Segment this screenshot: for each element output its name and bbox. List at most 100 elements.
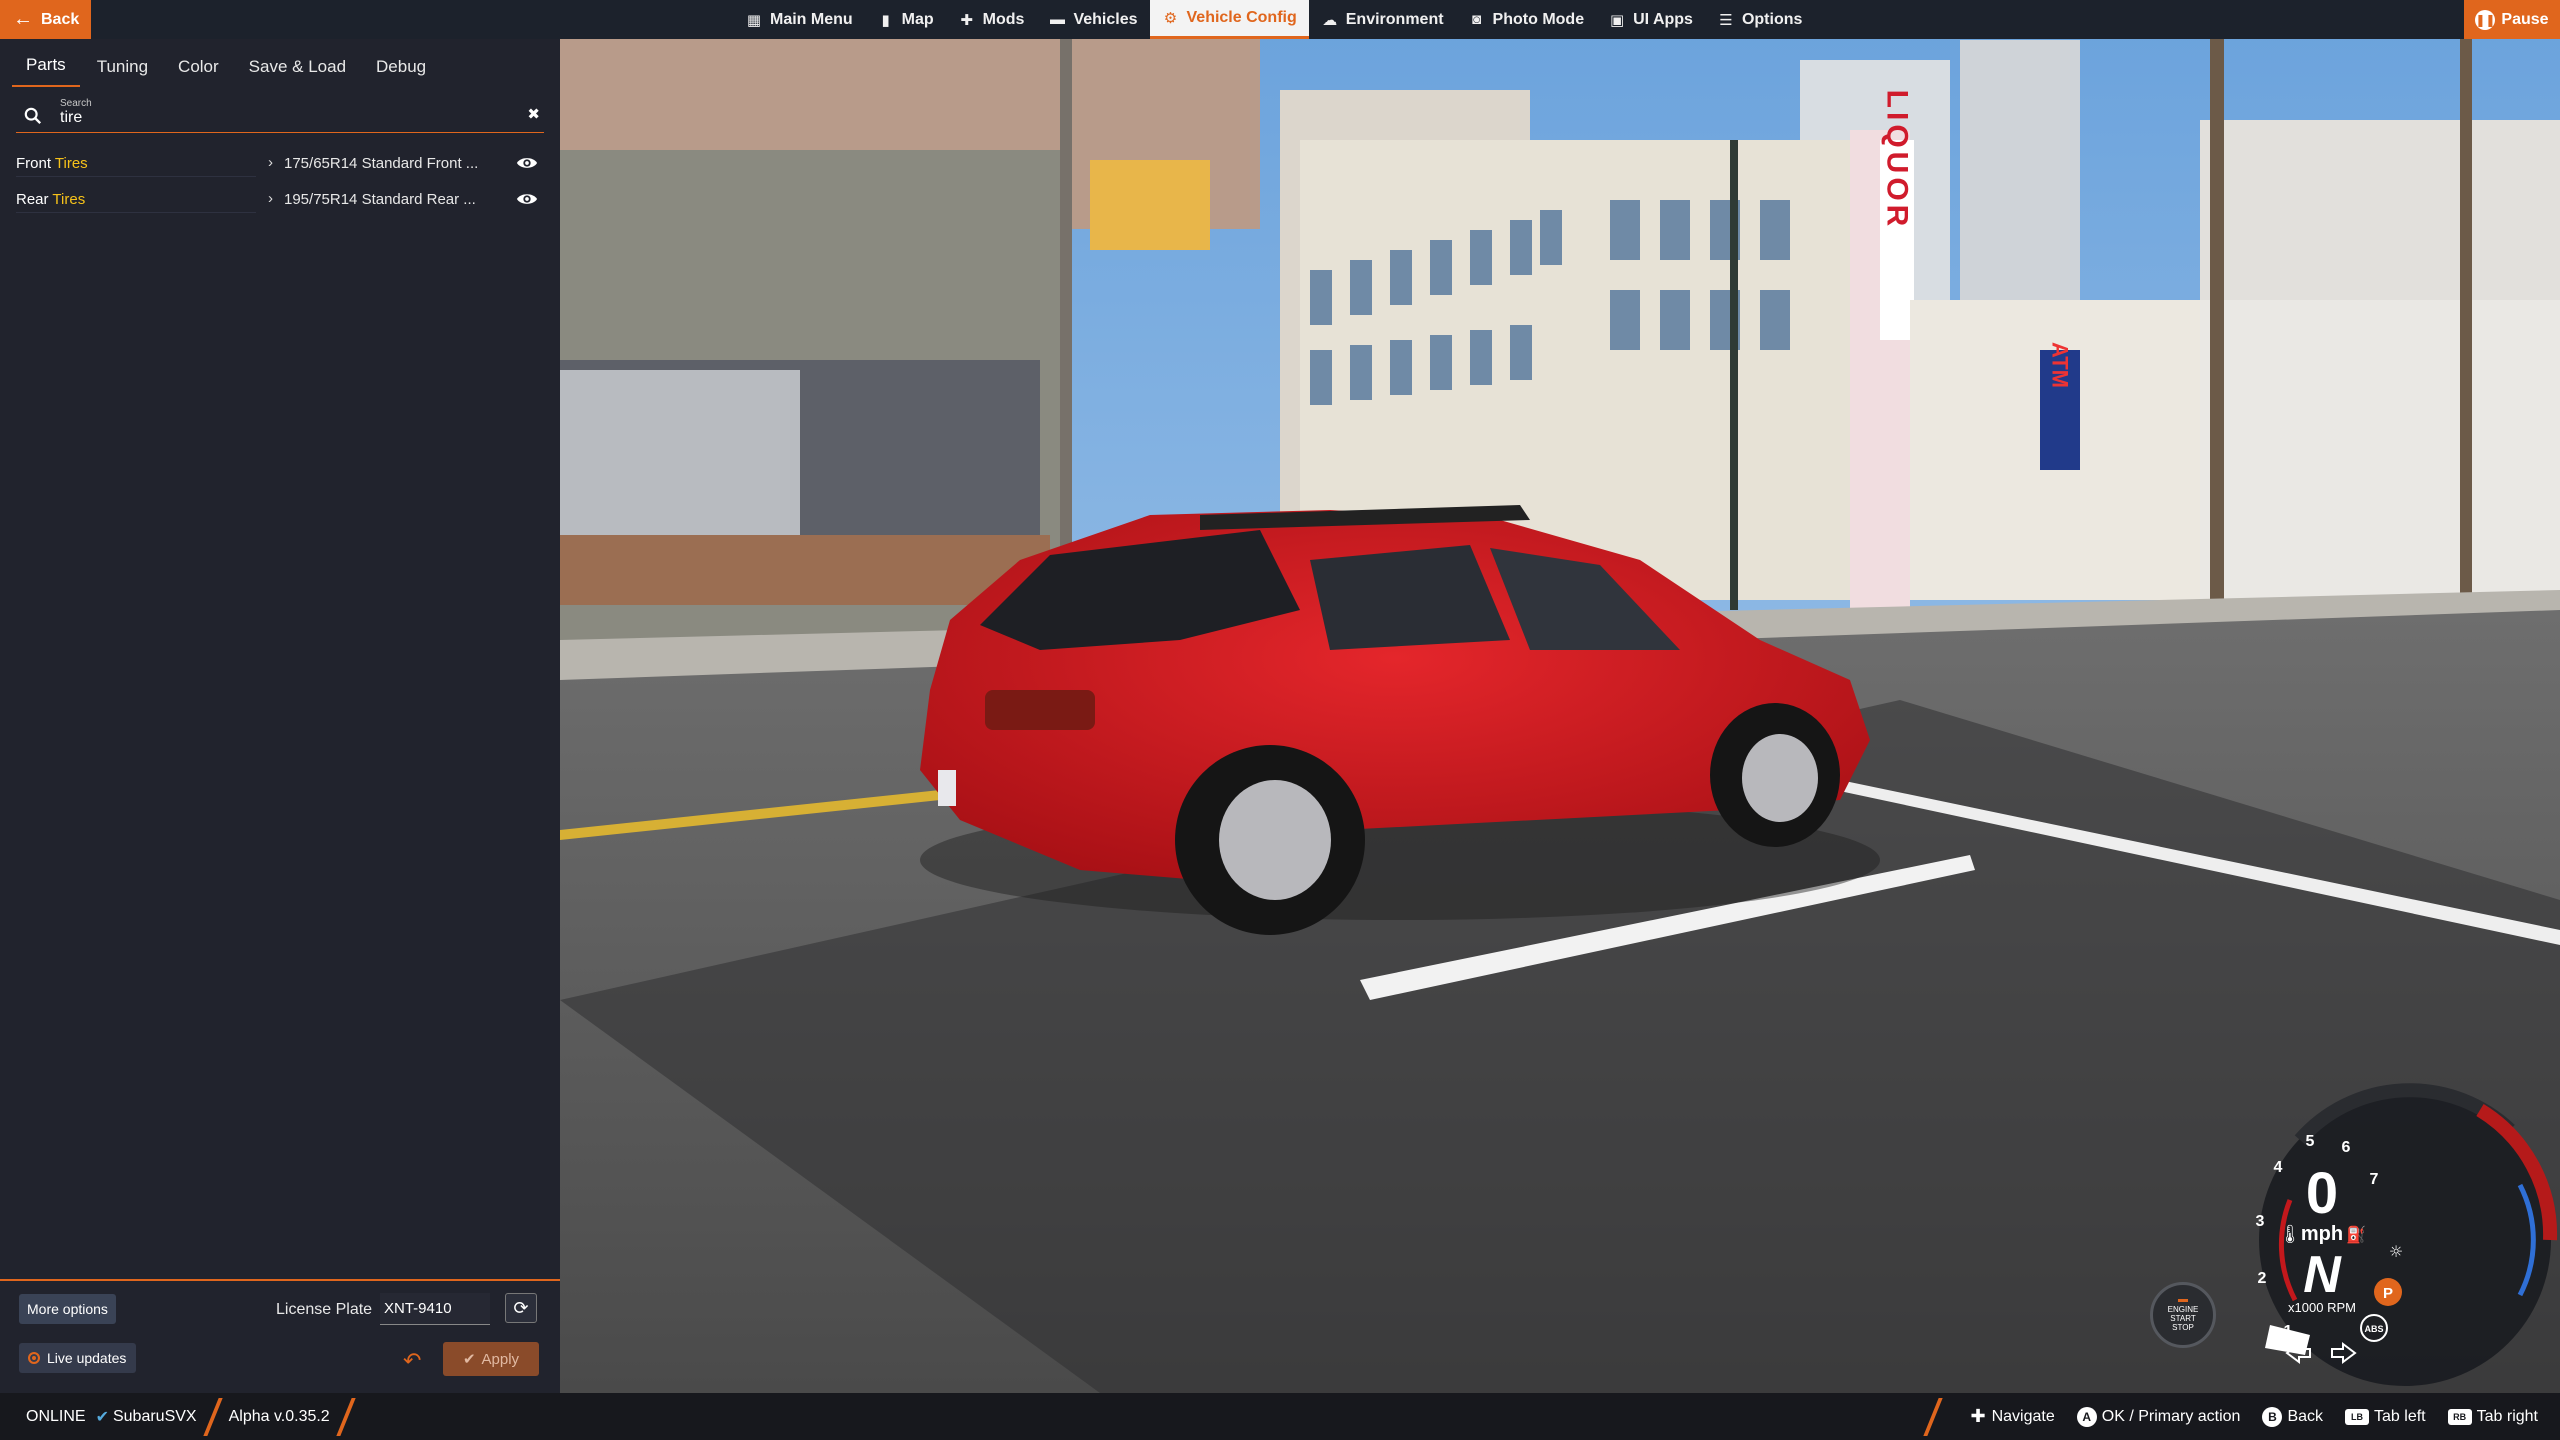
parking-brake-label: P [2383,1285,2393,1302]
license-plate-label: License Plate [276,1301,373,1318]
tab-color[interactable]: Color [178,43,219,87]
hint-label: Tab left [2374,1407,2426,1425]
search-icon [24,107,42,125]
pause-button[interactable]: ❚❚ Pause [2464,0,2560,39]
fuel-pump-icon: ⛽ [2346,1225,2366,1244]
lb-button-icon: LB [2345,1408,2370,1425]
apply-button[interactable]: ✔ Apply [443,1342,539,1376]
engine-start-stop-button[interactable]: ENGINE START STOP [2150,1282,2216,1348]
engine-label: ENGINE [2167,1304,2199,1314]
rpm-tick: 2 [2258,1270,2267,1287]
bottom-status-bar: ONLINE ✔ SubaruSVX Alpha v.0.35.2 ✚ Navi… [0,1393,2560,1440]
headlight-icon: ☼ [2389,1242,2403,1261]
dpad-icon: ✚ [1970,1406,1986,1426]
search-input[interactable]: tire [60,109,82,127]
vehicle-config-panel: Parts Tuning Color Save & Load Debug Sea… [0,39,560,1393]
nav-label: Options [1741,10,1803,28]
config-tabs: Parts Tuning Color Save & Load Debug [0,39,560,87]
start-label: START [2170,1313,2196,1323]
nav-mods[interactable]: ✚ Mods [946,0,1037,39]
parts-search-field[interactable]: Search tire ✖ [16,95,544,133]
part-name-prefix: Rear [16,191,53,208]
live-updates-toggle[interactable]: Live updates [19,1343,137,1373]
row-divider [16,176,256,177]
tab-save-load[interactable]: Save & Load [249,43,346,87]
hint-label: Navigate [1991,1407,2055,1425]
car-config-icon: ⚙ [1163,10,1178,27]
weather-icon: ☁ [1322,11,1338,29]
pause-icon: ❚❚ [2475,9,2495,30]
nav-options[interactable]: ☰ Options [1705,0,1814,39]
nav-environment[interactable]: ☁ Environment [1309,0,1456,39]
tab-tuning[interactable]: Tuning [97,43,148,87]
temperature-icon: 🌡 [2279,1224,2302,1245]
part-name: Rear Tires [16,191,85,208]
controller-hints: ✚ Navigate A OK / Primary action B Back … [1917,1393,2560,1440]
engine-indicator-icon [2178,1298,2188,1302]
rpm-tick: 7 [2370,1171,2379,1188]
nav-label: Map [901,10,934,28]
rpm-tick: 4 [2274,1159,2283,1176]
eye-icon[interactable] [516,191,538,207]
version-label: Alpha v.0.35.2 [228,1407,330,1425]
nav-map[interactable]: ▮ Map [865,0,946,39]
liquor-sign: LIQUOR [1881,90,1914,231]
part-value-select[interactable]: 175/65R14 Standard Front ... [284,155,496,172]
hint-ok: A OK / Primary action [2076,1406,2240,1427]
nav-label: Vehicle Config [1186,9,1297,26]
dashboard-gauge: 1 2 3 4 5 6 7 0 mph N x1000 RPM P ABS 🌡 … [2150,1080,2560,1400]
part-row-rear-tires[interactable]: Rear Tires › 195/75R14 Standard Rear ... [0,181,560,217]
sliders-icon: ☰ [1719,11,1733,29]
nav-label: Main Menu [770,10,853,28]
camera-icon: ◙ [1472,11,1482,28]
gear-readout: N [2303,1246,2342,1304]
randomize-plate-button[interactable]: ⟳ [505,1293,537,1323]
divider-slash [202,1397,223,1436]
map-icon: ▮ [881,11,890,29]
nav-vehicles[interactable]: ▬ Vehicles [1036,0,1149,39]
panel-footer: More options License Plate XNT-9410 ⟳ Li… [0,1279,560,1393]
nav-ui-apps[interactable]: ▣ UI Apps [1596,0,1705,39]
part-row-front-tires[interactable]: Front Tires › 175/65R14 Standard Front .… [0,145,560,181]
toggle-indicator-icon [28,1352,40,1364]
divider-slash [1922,1397,1943,1436]
part-value-select[interactable]: 195/75R14 Standard Rear ... [284,191,496,208]
more-options-button[interactable]: More options [19,1294,116,1324]
user-icon: ✔ [95,1408,109,1426]
b-button-icon: B [2262,1406,2283,1427]
nav-label: Environment [1345,10,1444,28]
back-button[interactable]: ← Back [0,0,91,39]
nav-photo-mode[interactable]: ◙ Photo Mode [1456,0,1597,39]
main-menu-icon: ▦ [746,11,762,29]
hint-label: Back [2287,1407,2324,1425]
main-navigation: ▦ Main Menu ▮ Map ✚ Mods ▬ Vehicles ⚙ Ve… [733,0,1814,39]
clear-search-icon[interactable]: ✖ [527,105,540,123]
license-plate-input[interactable]: XNT-9410 [380,1293,490,1325]
top-menu-bar: ← Back ▦ Main Menu ▮ Map ✚ Mods ▬ Vehicl… [0,0,2560,39]
apply-label: Apply [481,1350,520,1368]
hint-tab-left: LB Tab left [2345,1408,2426,1426]
undo-icon[interactable]: ↶ [403,1348,421,1374]
session-info: ONLINE ✔ SubaruSVX Alpha v.0.35.2 [0,1393,362,1440]
car-icon: ▬ [1049,11,1065,28]
nav-main-menu[interactable]: ▦ Main Menu [733,0,865,39]
atm-sign: ATM [2048,342,2073,388]
eye-icon[interactable] [516,155,538,171]
row-divider [16,212,256,213]
ui-apps-icon: ▣ [1610,11,1625,29]
nav-vehicle-config[interactable]: ⚙ Vehicle Config [1149,0,1309,39]
tab-parts[interactable]: Parts [12,43,80,87]
search-label: Search [60,98,92,109]
hint-tab-right: RB Tab right [2447,1408,2538,1426]
puzzle-icon: ✚ [960,11,973,29]
chevron-right-icon: › [268,190,273,207]
nav-label: Mods [982,10,1025,28]
tab-debug[interactable]: Debug [376,43,426,87]
checkmark-icon: ✔ [462,1351,476,1368]
nav-label: Photo Mode [1492,10,1585,28]
speed-unit: mph [2301,1223,2343,1245]
chevron-right-icon: › [268,154,273,171]
username: SubaruSVX [112,1407,197,1425]
part-name-match: Tires [54,155,88,172]
hint-back: B Back [2262,1406,2324,1427]
